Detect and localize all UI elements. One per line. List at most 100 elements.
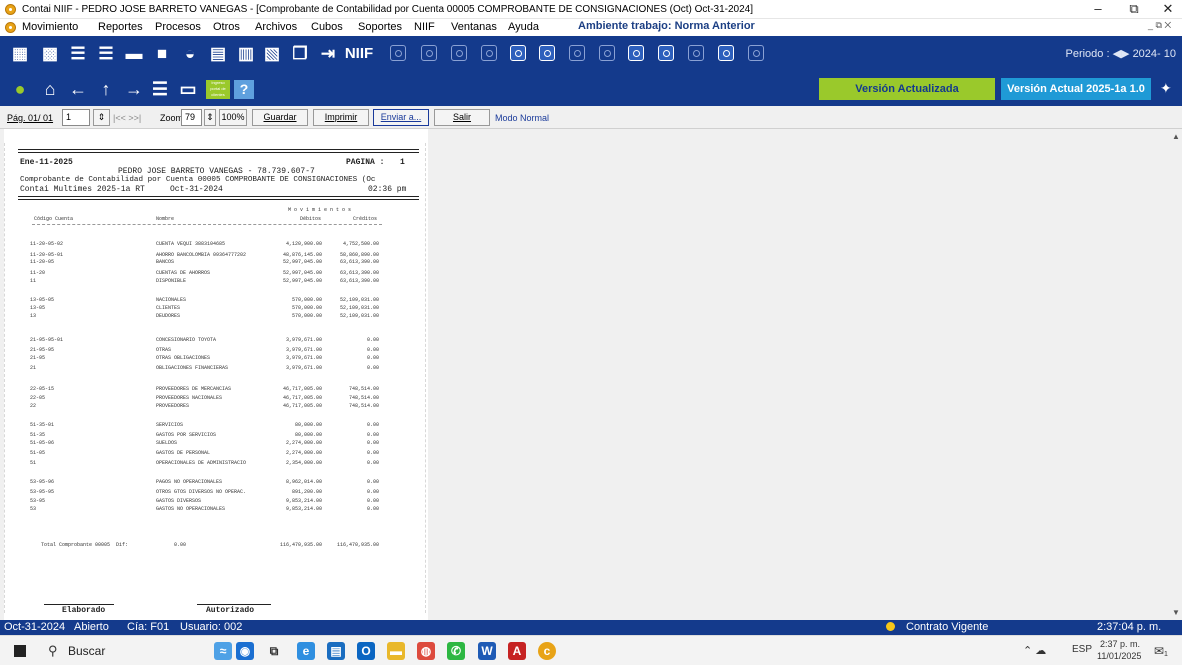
first-last-buttons[interactable]: |<< >>| — [113, 110, 141, 126]
start-icon[interactable] — [14, 645, 26, 657]
car-icon[interactable]: ◒ — [180, 44, 200, 64]
client-portal-button[interactable]: Ingreso portal de clientes — [206, 80, 230, 99]
menu-ayuda[interactable]: Ayuda — [508, 21, 539, 33]
niif-tool-13-icon[interactable] — [748, 45, 764, 61]
taskbar-date[interactable]: 11/01/2025 — [1097, 651, 1141, 661]
whatsapp-icon[interactable]: ✆ — [447, 642, 465, 660]
help-icon[interactable]: ? — [234, 80, 254, 99]
book-icon[interactable]: ▥ — [236, 44, 256, 64]
scroll-down-icon[interactable]: ▼ — [1172, 608, 1180, 617]
report-viewer[interactable]: Ene-11-2025 PAGINA : 1 PEDRO JOSE BARRET… — [0, 129, 1182, 620]
row-credit: 0.00 — [366, 337, 379, 343]
store-icon[interactable]: ▤ — [327, 642, 345, 660]
outlook-icon[interactable]: O — [357, 642, 375, 660]
user-icon[interactable]: ● — [10, 79, 30, 99]
row-credit: 0.00 — [366, 450, 379, 456]
niif-tool-10-icon[interactable] — [658, 45, 674, 61]
pin-icon[interactable]: ✦ — [1160, 80, 1172, 97]
explorer-icon[interactable]: ▬ — [387, 642, 405, 660]
save-button[interactable]: Guardar — [252, 109, 308, 126]
exit-button[interactable]: Salir — [434, 109, 490, 126]
folder-icon[interactable]: ■ — [152, 44, 172, 64]
up-arrow-icon[interactable]: ↑ — [96, 79, 116, 99]
version-current-button[interactable]: Versión Actual 2025-1a 1.0 — [1001, 78, 1151, 100]
word-icon[interactable]: W — [478, 642, 496, 660]
calendar-grid-icon[interactable]: ▩ — [40, 44, 60, 64]
report-icon[interactable]: ▧ — [262, 44, 282, 64]
taskbar-time[interactable]: 2:37 p. m. — [1100, 639, 1140, 649]
window-icon[interactable]: ▭ — [178, 79, 198, 99]
contai-icon[interactable]: c — [538, 642, 556, 660]
app-menu-icon[interactable] — [5, 22, 16, 33]
row-name: OBLIGACIONES FINANCIERAS — [156, 365, 229, 371]
search-icon[interactable]: ⚲ — [48, 643, 58, 659]
zoom-input[interactable]: 79 — [181, 109, 202, 126]
row-name: AHORRO BANCOLOMBIA 09364777202 — [156, 252, 247, 258]
vertical-scrollbar[interactable]: ▲ ▼ — [1170, 129, 1182, 620]
niif-tool-9-icon[interactable] — [628, 45, 644, 61]
chrome-icon[interactable]: ◍ — [417, 642, 435, 660]
menu-reportes[interactable]: Reportes — [98, 21, 143, 33]
minimize-button[interactable]: – — [1084, 1, 1112, 17]
row-name: OTRAS OBLIGACIONES — [156, 355, 211, 361]
menu-ventanas[interactable]: Ventanas — [451, 21, 497, 33]
zoom-100-button[interactable]: 100% — [219, 109, 247, 126]
niif-tool-7-icon[interactable] — [569, 45, 585, 61]
menu-otros[interactable]: Otros — [213, 21, 240, 33]
mdi-controls[interactable]: _ ⧉ ✕ — [1148, 20, 1171, 31]
close-button[interactable]: ✕ — [1154, 1, 1182, 17]
niif-tool-11-icon[interactable] — [688, 45, 704, 61]
total-credit: 116,470,935.00 — [336, 542, 379, 548]
home-icon[interactable]: ⌂ — [40, 79, 60, 99]
period-selector[interactable]: Periodo : ◀▶ 2024- 10 — [1065, 47, 1176, 60]
menu-movimiento[interactable]: Movimiento — [22, 21, 78, 33]
niif-button[interactable]: NIIF — [340, 44, 378, 64]
niif-tool-5-icon[interactable] — [510, 45, 526, 61]
niif-tool-8-icon[interactable] — [599, 45, 615, 61]
pdf-icon[interactable]: A — [508, 642, 526, 660]
edge-icon[interactable]: e — [297, 642, 315, 660]
page-spinner-icon[interactable]: ⇕ — [93, 109, 110, 126]
forward-arrow-icon[interactable]: → — [124, 79, 144, 99]
row-name: PROVEEDORES NACIONALES — [156, 395, 223, 401]
niif-tool-2-icon[interactable] — [421, 45, 437, 61]
report-date: Ene-11-2025 — [20, 158, 73, 167]
tray-icons[interactable]: ⌃ ☁ — [1023, 644, 1046, 657]
list-check-icon[interactable]: ☰ — [96, 44, 116, 64]
menu-soportes[interactable]: Soportes — [358, 21, 402, 33]
niif-tool-1-icon[interactable] — [390, 45, 406, 61]
document-icon[interactable]: ▬ — [124, 44, 144, 64]
maximize-button[interactable]: ⧉ — [1120, 1, 1148, 17]
taskbar-search[interactable]: Buscar — [68, 644, 105, 658]
status-contract: Contrato Vigente — [906, 621, 989, 633]
page-input[interactable]: 1 — [62, 109, 90, 126]
taskbar-lang[interactable]: ESP — [1072, 644, 1092, 655]
niif-tool-4-icon[interactable] — [481, 45, 497, 61]
notification-icon[interactable]: ✉ — [1154, 644, 1164, 658]
task-view-icon[interactable]: ⧉ — [265, 642, 283, 660]
niif-tool-6-icon[interactable] — [539, 45, 555, 61]
niif-tool-12-icon[interactable] — [718, 45, 734, 61]
period-arrows-icon[interactable]: ◀▶ — [1113, 48, 1133, 60]
menu-niif[interactable]: NIIF — [414, 21, 435, 33]
export-icon[interactable]: ⇥ — [318, 44, 338, 64]
version-updated-button[interactable]: Versión Actualizada — [819, 78, 995, 100]
widgets-icon[interactable]: ≈ — [214, 642, 232, 660]
zoom-spinner-icon[interactable]: ⇕ — [204, 109, 216, 126]
niif-tool-3-icon[interactable] — [451, 45, 467, 61]
print-button[interactable]: Imprimir — [313, 109, 369, 126]
row-name: GASTOS DIVERSOS — [156, 498, 202, 504]
send-button[interactable]: Enviar a... — [373, 109, 429, 126]
back-arrow-icon[interactable]: ← — [68, 79, 88, 99]
row-debit: 3,979,671.00 — [285, 355, 322, 361]
scroll-up-icon[interactable]: ▲ — [1172, 132, 1180, 141]
menu-procesos[interactable]: Procesos — [155, 21, 201, 33]
list-edit-icon[interactable]: ☰ — [68, 44, 88, 64]
menu-archivos[interactable]: Archivos — [255, 21, 297, 33]
copy-icon[interactable]: ❐ — [290, 44, 310, 64]
menu-cubos[interactable]: Cubos — [311, 21, 343, 33]
calendar-icon[interactable]: ▦ — [10, 44, 30, 64]
people-icon[interactable]: ◉ — [236, 642, 254, 660]
calculator-icon[interactable]: ▤ — [208, 44, 228, 64]
menu-lines-icon[interactable]: ☰ — [150, 79, 170, 99]
